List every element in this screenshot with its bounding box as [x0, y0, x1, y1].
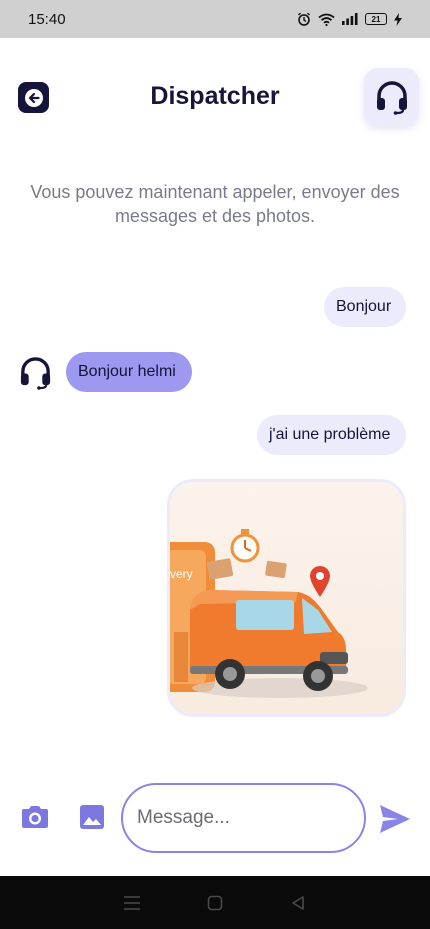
- message-bubble-incoming: Bonjour helmi: [66, 352, 192, 392]
- phone-screen-text: very: [170, 567, 193, 581]
- send-button[interactable]: [378, 802, 412, 836]
- agent-avatar: [18, 355, 53, 390]
- status-bar: 15:40 21: [0, 0, 430, 38]
- battery-icon: 21: [365, 13, 387, 25]
- message-input[interactable]: [121, 783, 366, 853]
- wifi-icon: [318, 13, 335, 26]
- back-triangle-icon: [292, 895, 305, 910]
- message-text: j'ai une problème: [269, 426, 391, 443]
- delivery-van-illustration: very: [170, 529, 368, 698]
- signal-icon: [342, 13, 358, 25]
- status-icons: 21: [297, 12, 402, 26]
- message-composer: [0, 770, 430, 870]
- nav-menu-button[interactable]: [120, 891, 144, 915]
- support-call-button[interactable]: [364, 68, 419, 126]
- nav-home-button[interactable]: [203, 891, 227, 915]
- message-bubble-outgoing: Bonjour: [324, 287, 406, 327]
- camera-button[interactable]: [20, 804, 50, 832]
- status-time: 15:40: [28, 10, 66, 28]
- nav-back-button[interactable]: [286, 891, 310, 915]
- headset-icon: [376, 81, 407, 115]
- header: Dispatcher: [0, 38, 430, 158]
- menu-icon: [123, 895, 140, 910]
- message-text: Bonjour helmi: [78, 363, 176, 380]
- camera-icon: [22, 806, 48, 828]
- message-bubble-outgoing: j'ai une problème: [257, 415, 406, 455]
- chat-notice: Vous pouvez maintenant appeler, envoyer …: [30, 182, 400, 226]
- alarm-icon: [298, 12, 310, 26]
- send-icon: [380, 805, 410, 833]
- image-icon: [80, 805, 104, 829]
- charging-icon: [394, 12, 402, 26]
- system-nav-bar: [0, 876, 430, 929]
- back-button[interactable]: [18, 82, 49, 113]
- gallery-button[interactable]: [79, 804, 105, 830]
- home-square-icon: [207, 895, 223, 910]
- message-text: Bonjour: [336, 298, 392, 315]
- arrow-left-icon: [24, 88, 43, 107]
- image-message[interactable]: very: [167, 479, 406, 717]
- headset-icon: [20, 357, 51, 390]
